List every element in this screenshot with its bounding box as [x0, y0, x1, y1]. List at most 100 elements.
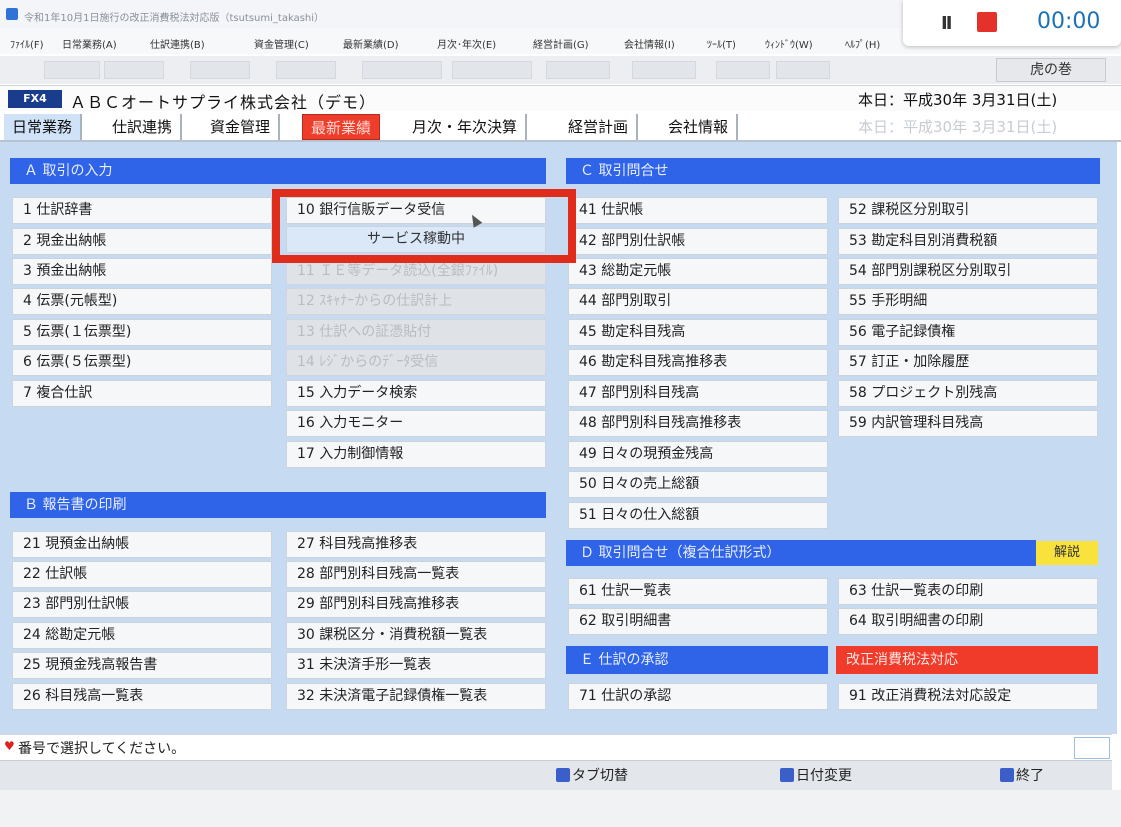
toolbar-slot: [276, 61, 336, 79]
today-date-ghost: 本日：平成30年 3月31日(土): [858, 118, 1058, 136]
section-d-header: Ｄ 取引問合せ（複合仕訳形式）: [566, 540, 1036, 566]
menu-daily[interactable]: 日常業務(A): [62, 36, 117, 51]
menu-item[interactable]: 41 仕訳帳: [568, 197, 828, 224]
menu-window[interactable]: ｳｨﾝﾄﾞｳ(W): [765, 36, 813, 51]
tax-reform-header: 改正消費税法対応: [836, 646, 1098, 674]
toolbar-slot: [104, 61, 164, 79]
menu-item[interactable]: 22 仕訳帳: [12, 561, 272, 588]
menu-item[interactable]: 29 部門別科目残高推移表: [286, 591, 546, 618]
screen-recorder-panel: II 00:00: [903, 0, 1121, 46]
menu-item[interactable]: 91 改正消費税法対応設定: [838, 683, 1098, 710]
product-badge: FX4: [8, 90, 62, 108]
pause-icon[interactable]: II: [941, 13, 952, 34]
menu-latest[interactable]: 最新業績(D): [343, 36, 399, 51]
menu-item[interactable]: 7 複合仕訳: [12, 380, 272, 407]
toolbar-slot: [632, 61, 696, 79]
section-e-header: Ｅ 仕訳の承認: [566, 646, 828, 674]
status-bar: ♥ 番号で選択してください。: [0, 734, 1112, 760]
number-input[interactable]: [1074, 737, 1110, 759]
menu-help[interactable]: ﾍﾙﾌﾟ(H): [845, 36, 880, 51]
toolbar-slot: [546, 61, 610, 79]
tab-plan[interactable]: 経営計画: [560, 114, 639, 140]
menu-item[interactable]: 57 訂正・加除履歴: [838, 349, 1098, 376]
menu-journal-link[interactable]: 仕訳連携(B): [150, 36, 205, 51]
menu-item[interactable]: 27 科目残高推移表: [286, 531, 546, 558]
menu-item[interactable]: 28 部門別科目残高一覧表: [286, 561, 546, 588]
menu-item[interactable]: 6 伝票(５伝票型): [12, 349, 272, 376]
tab-company-info[interactable]: 会社情報: [660, 114, 739, 140]
menu-tools[interactable]: ﾂｰﾙ(T): [707, 36, 736, 51]
toolbar-slot: [776, 61, 830, 79]
menu-item[interactable]: 25 現預金残高報告書: [12, 652, 272, 679]
menu-item[interactable]: 51 日々の仕入総額: [568, 502, 828, 529]
menu-item[interactable]: 58 プロジェクト別残高: [838, 380, 1098, 407]
menu-item[interactable]: 55 手形明細: [838, 288, 1098, 315]
menu-item[interactable]: 4 伝票(元帳型): [12, 288, 272, 315]
menu-item[interactable]: 24 総勘定元帳: [12, 622, 272, 649]
menu-item[interactable]: 43 総勘定元帳: [568, 258, 828, 285]
menu-item[interactable]: 45 勘定科目残高: [568, 319, 828, 346]
menu-item[interactable]: 52 課税区分別取引: [838, 197, 1098, 224]
fkey-change-date[interactable]: 日付変更: [780, 766, 852, 786]
main-tabs: 日常業務 仕訳連携 資金管理 最新業績 月次・年次決算 経営計画 会社情報 本日…: [0, 112, 1121, 142]
menu-item[interactable]: 26 科目残高一覧表: [12, 683, 272, 710]
fkey-exit[interactable]: 終了: [1000, 766, 1044, 786]
company-bar: FX4 ＡＢＣオートサプライ株式会社（デモ） 本日：平成30年 3月31日(土): [0, 85, 1121, 112]
tab-monthly-annual[interactable]: 月次・年次決算: [404, 114, 528, 140]
menu-plan[interactable]: 経営計画(G): [533, 36, 589, 51]
menu-file[interactable]: ﾌｧｲﾙ(F): [10, 36, 44, 51]
tab-journal-link[interactable]: 仕訳連携: [104, 114, 183, 140]
menu-item-disabled: 14 ﾚｼﾞからのﾃﾞｰﾀ受信: [286, 349, 546, 376]
menu-item[interactable]: 47 部門別科目残高: [568, 380, 828, 407]
toolbar-slot: [716, 61, 770, 79]
background-strip: [0, 790, 1121, 827]
menu-funds[interactable]: 資金管理(C): [254, 36, 309, 51]
menu-item[interactable]: 59 内訳管理科目残高: [838, 410, 1098, 437]
menu-item[interactable]: 3 預金出納帳: [12, 258, 272, 285]
menu-item[interactable]: 30 課税区分・消費税額一覧表: [286, 622, 546, 649]
menu-item[interactable]: 42 部門別仕訳帳: [568, 228, 828, 255]
menu-item[interactable]: 62 取引明細書: [568, 608, 828, 635]
section-a-header: Ａ 取引の入力: [10, 158, 546, 184]
toolbar-slot: [452, 61, 532, 79]
menu-item[interactable]: 56 電子記録債権: [838, 319, 1098, 346]
menu-item[interactable]: 46 勘定科目残高推移表: [568, 349, 828, 376]
menu-company[interactable]: 会社情報(I): [624, 36, 675, 51]
menu-item[interactable]: 15 入力データ検索: [286, 380, 546, 407]
tab-funds[interactable]: 資金管理: [202, 114, 281, 140]
menu-item[interactable]: 21 現預金出納帳: [12, 531, 272, 558]
fkey-tab-switch[interactable]: タブ切替: [556, 766, 628, 786]
company-name: ＡＢＣオートサプライ株式会社（デモ）: [70, 93, 377, 112]
menu-item[interactable]: 63 仕訳一覧表の印刷: [838, 578, 1098, 605]
menu-item[interactable]: 48 部門別科目残高推移表: [568, 410, 828, 437]
stop-icon[interactable]: [977, 12, 997, 32]
menu-item[interactable]: 16 入力モニター: [286, 410, 546, 437]
menu-item[interactable]: 17 入力制御情報: [286, 441, 546, 468]
menu-item-disabled: 13 仕訳への証憑貼付: [286, 319, 546, 346]
tab-daily[interactable]: 日常業務: [4, 114, 83, 140]
toranomaki-button[interactable]: 虎の巻: [996, 58, 1106, 82]
menu-item[interactable]: 2 現金出納帳: [12, 228, 272, 255]
menu-item[interactable]: 5 伝票(１伝票型): [12, 319, 272, 346]
menu-item[interactable]: 49 日々の現預金残高: [568, 441, 828, 468]
menu-item[interactable]: 44 部門別取引: [568, 288, 828, 315]
menu-item[interactable]: 53 勘定科目別消費税額: [838, 228, 1098, 255]
highlight-box: [272, 189, 576, 263]
menu-item[interactable]: 61 仕訳一覧表: [568, 578, 828, 605]
function-key-icon: [556, 768, 570, 782]
menu-item[interactable]: 64 取引明細書の印刷: [838, 608, 1098, 635]
menu-item[interactable]: 23 部門別仕訳帳: [12, 591, 272, 618]
menu-monthly[interactable]: 月次･年次(E): [437, 36, 496, 51]
explanation-button[interactable]: 解説: [1036, 541, 1098, 565]
menu-item[interactable]: 54 部門別課税区分別取引: [838, 258, 1098, 285]
menu-item[interactable]: 50 日々の売上総額: [568, 471, 828, 498]
menu-item[interactable]: 32 未決済電子記録債権一覧表: [286, 683, 546, 710]
toolbar-slot: [44, 61, 100, 79]
menu-item[interactable]: 71 仕訳の承認: [568, 683, 828, 710]
function-key-icon: [1000, 768, 1014, 782]
function-key-icon: [780, 768, 794, 782]
menu-item[interactable]: 1 仕訳辞書: [12, 197, 272, 224]
menu-item[interactable]: 31 未決済手形一覧表: [286, 652, 546, 679]
tab-latest[interactable]: 最新業績: [302, 114, 381, 140]
recording-timer: 00:00: [1037, 9, 1101, 34]
